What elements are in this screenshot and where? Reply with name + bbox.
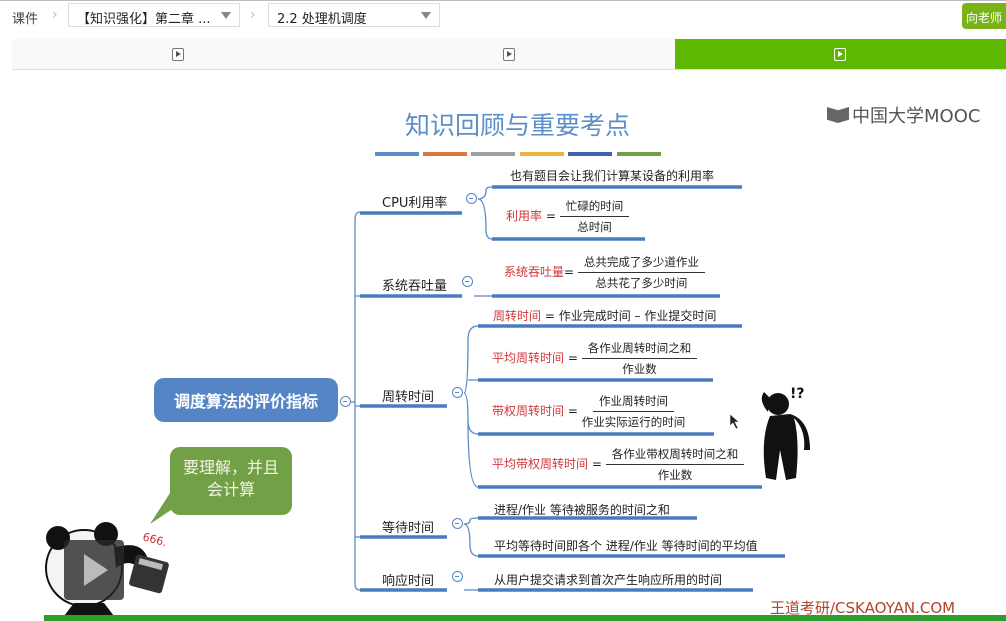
equals-sign: = xyxy=(567,404,578,418)
branch-response: 响应时间 xyxy=(382,574,435,589)
branch-turnaround: 周转时间 xyxy=(382,390,435,405)
denominator: 作业实际运行的时间 xyxy=(581,415,686,429)
numerator: 各作业带权周转时间之和 xyxy=(605,446,745,465)
leaf-cpu-note: 也有题目会让我们计算某设备的利用率 xyxy=(510,169,715,183)
formula-rest: = 作业完成时间 – 作业提交时间 xyxy=(541,309,717,323)
formula-name: 利用率 xyxy=(506,209,543,223)
equals-sign: = xyxy=(567,351,578,365)
collapse-icon[interactable] xyxy=(340,396,351,407)
leaf-avg-turnaround: 平均周转时间 = 各作业周转时间之和作业数 xyxy=(492,340,698,377)
leaf-avg-weighted-turnaround: 平均带权周转时间 = 各作业带权周转时间之和作业数 xyxy=(492,446,745,483)
confused-mark: !? xyxy=(790,386,805,402)
formula-name: 平均周转时间 xyxy=(492,351,565,365)
branch-waiting: 等待时间 xyxy=(382,521,435,536)
mouse-cursor-icon xyxy=(729,413,740,430)
leaf-cpu-formula: 利用率 = 忙碌的时间总时间 xyxy=(506,198,630,235)
formula-name: 带权周转时间 xyxy=(492,404,565,418)
formula-name: 周转时间 xyxy=(493,309,542,323)
numerator: 作业周转时间 xyxy=(592,393,674,412)
leaf-turnaround-def: 周转时间 = 作业完成时间 – 作业提交时间 xyxy=(493,307,716,324)
denominator: 总时间 xyxy=(577,220,612,234)
branch-throughput: 系统吞吐量 xyxy=(382,279,448,294)
equals-sign: = xyxy=(564,265,575,279)
collapse-icon[interactable] xyxy=(452,518,463,529)
equals-sign: = xyxy=(545,209,556,223)
leaf-response-def: 从用户提交请求到首次产生响应所用的时间 xyxy=(494,573,723,587)
root-node: 调度算法的评价指标 xyxy=(154,378,338,422)
numerator: 总共完成了多少道作业 xyxy=(577,254,705,273)
turnaround-fork xyxy=(463,325,479,488)
formula-name: 系统吞吐量 xyxy=(504,265,565,279)
leaf-weighted-turnaround: 带权周转时间 = 作业周转时间作业实际运行的时间 xyxy=(492,393,685,430)
play-icon xyxy=(84,554,108,586)
branch-cpu-utilization: CPU利用率 xyxy=(382,196,448,211)
collapse-icon[interactable] xyxy=(462,276,473,287)
denominator: 总共花了多少时间 xyxy=(595,276,688,290)
progress-bar[interactable] xyxy=(44,615,1006,621)
collapse-icon[interactable] xyxy=(466,193,477,204)
denominator: 作业数 xyxy=(657,468,693,482)
equals-sign: = xyxy=(591,457,602,471)
video-play-button[interactable] xyxy=(64,540,124,600)
formula-name: 平均带权周转时间 xyxy=(492,457,589,471)
trunk-line xyxy=(351,211,361,591)
leaf-avg-waiting: 平均等待时间即各个 进程/作业 等待时间的平均值 xyxy=(494,539,758,553)
denominator: 作业数 xyxy=(622,362,657,376)
cpu-fork xyxy=(477,186,493,240)
collapse-icon[interactable] xyxy=(452,387,463,398)
wait-fork xyxy=(463,517,479,557)
numerator: 忙碌的时间 xyxy=(559,198,630,217)
leaf-throughput-formula: 系统吞吐量= 总共完成了多少道作业总共花了多少时间 xyxy=(504,254,705,291)
leaf-waiting-def: 进程/作业 等待被服务的时间之和 xyxy=(494,503,670,517)
sticker-text: 666. xyxy=(141,530,168,549)
collapse-icon[interactable] xyxy=(452,571,463,582)
numerator: 各作业周转时间之和 xyxy=(581,340,698,359)
confused-person-figure: !? xyxy=(761,386,810,480)
